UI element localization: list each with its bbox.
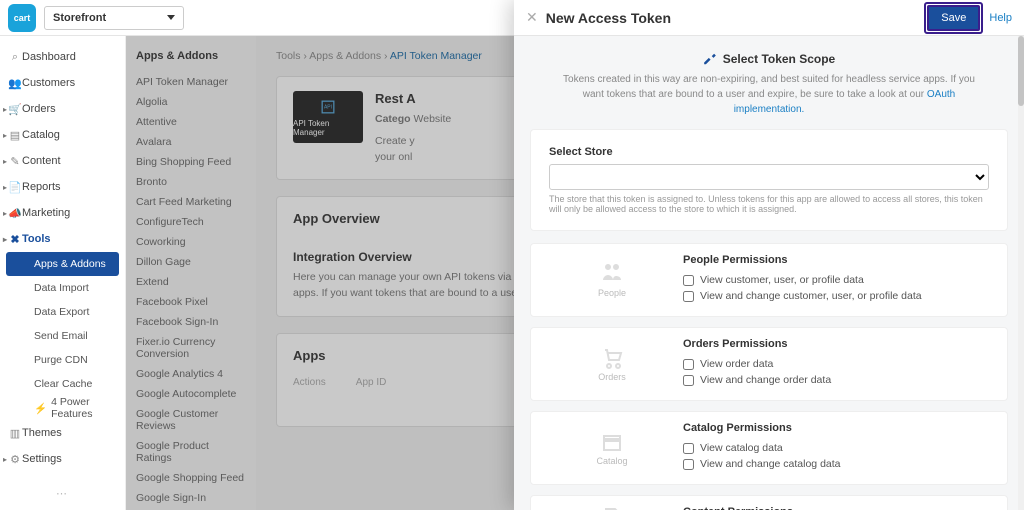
drawer-body: Select Token Scope Tokens created in thi… (514, 36, 1024, 510)
save-button-highlight: Save (924, 2, 983, 34)
scope-title: Select Token Scope (530, 52, 1008, 66)
drawer-title: New Access Token (546, 10, 925, 26)
nav-item-settings[interactable]: ▸⚙Settings (0, 446, 125, 472)
nav-sub-data-import[interactable]: Data Import (0, 276, 125, 300)
perm-orders-opt-1[interactable]: View and change order data (683, 374, 991, 386)
nav-label: Themes (22, 427, 62, 439)
perm-people: PeoplePeople PermissionsView customer, u… (530, 243, 1008, 317)
nav-label: Catalog (22, 129, 60, 141)
nav-item-customers[interactable]: 👥Customers (0, 70, 125, 96)
nav-item-reports[interactable]: ▸📄Reports (0, 174, 125, 200)
nav-label: Dashboard (22, 51, 76, 63)
nav-label: Content (22, 155, 61, 167)
select-store-hint: The store that this token is assigned to… (549, 194, 989, 214)
checkbox[interactable] (683, 375, 694, 386)
chevron-right-icon: ▸ (3, 157, 7, 166)
caret-down-icon (167, 15, 175, 20)
nav-label: Customers (22, 77, 75, 89)
reports-icon: 📄 (10, 181, 20, 194)
orders-icon: 🛒 (10, 103, 20, 116)
nav-label: Tools (22, 233, 51, 245)
close-icon[interactable]: ✕ (526, 9, 538, 26)
nav-sub-purge-cdn[interactable]: Purge CDN (0, 348, 125, 372)
nav-item-catalog[interactable]: ▸▤Catalog (0, 122, 125, 148)
perm-catalog-opt-1[interactable]: View and change catalog data (683, 458, 991, 470)
save-button[interactable]: Save (927, 5, 980, 31)
perm-catalog: CatalogCatalog PermissionsView catalog d… (530, 411, 1008, 485)
orders-icon (597, 346, 627, 370)
drawer-header: ✕ New Access Token Save Help (514, 0, 1024, 36)
perm-title: Content Permissions (683, 506, 991, 510)
catalog-icon (597, 430, 627, 454)
perm-content: ContentContent Permissions (530, 495, 1008, 510)
perm-title: People Permissions (683, 254, 991, 266)
chevron-right-icon: ▸ (3, 183, 7, 192)
select-store-label: Select Store (549, 146, 989, 158)
store-selector[interactable]: Storefront (44, 6, 184, 30)
nav-label: Marketing (22, 207, 70, 219)
nav-label: Orders (22, 103, 56, 115)
left-nav: ⌕Dashboard👥Customers▸🛒Orders▸▤Catalog▸✎C… (0, 36, 126, 510)
chevron-right-icon: ▸ (3, 105, 7, 114)
content-icon: ✎ (10, 155, 20, 168)
perm-people-opt-1[interactable]: View and change customer, user, or profi… (683, 290, 991, 302)
users-icon: 👥 (10, 77, 20, 90)
nav-sub-clear-cache[interactable]: Clear Cache (0, 372, 125, 396)
nav-item-marketing[interactable]: ▸📣Marketing (0, 200, 125, 226)
select-store-dropdown[interactable] (549, 164, 989, 190)
help-link[interactable]: Help (989, 12, 1012, 24)
brand-logo: cart (8, 4, 36, 32)
nav-item-content[interactable]: ▸✎Content (0, 148, 125, 174)
nav-label: Settings (22, 453, 62, 465)
nav-item-orders[interactable]: ▸🛒Orders (0, 96, 125, 122)
marketing-icon: 📣 (10, 207, 20, 220)
new-token-drawer: ✕ New Access Token Save Help Select Toke… (514, 0, 1024, 510)
checkbox[interactable] (683, 443, 694, 454)
tools-icon: ✖ (10, 233, 20, 246)
nav-sub--power-features[interactable]: ⚡4 Power Features (0, 396, 125, 420)
perm-people-opt-0[interactable]: View customer, user, or profile data (683, 274, 991, 286)
chevron-right-icon: ▸ (3, 131, 7, 140)
themes-icon: ▥ (10, 427, 20, 440)
perm-title: Catalog Permissions (683, 422, 991, 434)
nav-label: Reports (22, 181, 61, 193)
perm-orders-opt-0[interactable]: View order data (683, 358, 991, 370)
nav-sub-data-export[interactable]: Data Export (0, 300, 125, 324)
chevron-right-icon: ▸ (3, 209, 7, 218)
perm-catalog-opt-0[interactable]: View catalog data (683, 442, 991, 454)
nav-item-dashboard[interactable]: ⌕Dashboard (0, 44, 125, 70)
checkbox[interactable] (683, 291, 694, 302)
catalog-icon: ▤ (10, 129, 20, 142)
wrench-icon (703, 52, 717, 66)
select-store-section: Select Store The store that this token i… (530, 129, 1008, 231)
page-scrollbar[interactable] (1018, 36, 1024, 510)
scope-desc: Tokens created in this way are non-expir… (559, 72, 979, 117)
store-selector-label: Storefront (53, 12, 106, 24)
chevron-right-icon: ▸ (3, 455, 7, 464)
scrollbar-thumb[interactable] (1018, 36, 1024, 106)
loading-spinner-icon: ⋯ (0, 487, 125, 500)
checkbox[interactable] (683, 275, 694, 286)
nav-sub-send-email[interactable]: Send Email (0, 324, 125, 348)
perm-orders: OrdersOrders PermissionsView order dataV… (530, 327, 1008, 401)
perm-title: Orders Permissions (683, 338, 991, 350)
bolt-icon: ⚡ (34, 402, 47, 415)
nav-item-tools[interactable]: ▸✖Tools (0, 226, 125, 252)
people-icon (597, 262, 627, 286)
dash-icon: ⌕ (10, 51, 20, 64)
checkbox[interactable] (683, 359, 694, 370)
checkbox[interactable] (683, 459, 694, 470)
gear-icon: ⚙ (10, 453, 20, 466)
content-icon (597, 506, 627, 510)
nav-sub-apps-addons[interactable]: Apps & Addons (6, 252, 119, 276)
nav-item-themes[interactable]: ▥Themes (0, 420, 125, 446)
chevron-right-icon: ▸ (3, 235, 7, 244)
